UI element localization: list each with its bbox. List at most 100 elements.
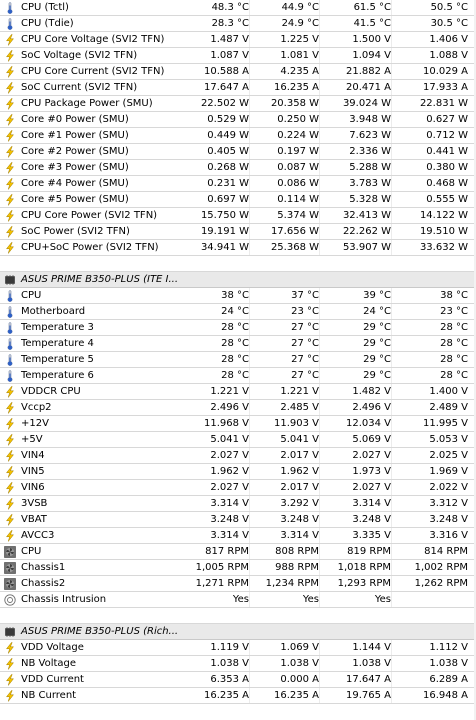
- sensor-row[interactable]: CPU Package Power (SMU) 22.502 W 20.358 W 3…: [0, 96, 476, 112]
- average-value: 28 °C: [440, 354, 468, 365]
- sensor-row[interactable]: 3VSB 3.314 V 3.292 V 3.314 V 3.312 V: [0, 496, 476, 512]
- average-value: 22.831 W: [419, 98, 468, 109]
- sensor-row[interactable]: CPU+SoC Power (SVI2 TFN) 34.941 W 25.368 W…: [0, 240, 476, 256]
- minimum-value: 27 °C: [291, 338, 319, 349]
- current-value: 1.962 V: [210, 466, 249, 477]
- minimum-value: 0.224 W: [277, 130, 319, 141]
- average-value: 1.088 V: [429, 50, 468, 61]
- sensor-row[interactable]: +12V 11.968 V 11.903 V 12.034 V 11.995 V: [0, 416, 476, 432]
- sensor-label: Temperature 4: [21, 338, 94, 349]
- blank-row: [0, 608, 476, 624]
- sensor-row[interactable]: CPU Core Voltage (SVI2 TFN) 1.487 V 1.225 …: [0, 32, 476, 48]
- thermometer-icon: [4, 306, 16, 318]
- blank-row: [0, 256, 476, 272]
- sensor-group-header[interactable]: ASUS PRIME B350-PLUS (ITE I...: [0, 272, 476, 288]
- lightning-bolt-icon: [4, 178, 16, 190]
- average-value: 33.632 W: [419, 242, 468, 253]
- sensor-row[interactable]: Chassis2 1,271 RPM 1,234 RPM 1,293 RPM 1,262…: [0, 576, 476, 592]
- sensor-row[interactable]: VBAT 3.248 V 3.248 V 3.248 V 3.248 V: [0, 512, 476, 528]
- sensor-label: AVCC3: [21, 530, 55, 541]
- maximum-value: 5.328 W: [349, 194, 391, 205]
- sensor-label: NB Voltage: [21, 658, 77, 669]
- lightning-bolt-icon: [4, 642, 16, 654]
- sensor-row[interactable]: NB Current 16.235 A 16.235 A 19.765 A 16.948…: [0, 688, 476, 704]
- sensor-row[interactable]: VIN4 2.027 V 2.017 V 2.027 V 2.025 V: [0, 448, 476, 464]
- sensor-row[interactable]: CPU 38 °C 37 °C 39 °C 38 °C: [0, 288, 476, 304]
- maximum-value: 2.496 V: [352, 402, 391, 413]
- sensor-row[interactable]: Temperature 3 28 °C 27 °C 29 °C 28 °C: [0, 320, 476, 336]
- minimum-value: 1.221 V: [280, 386, 319, 397]
- current-value: 3.314 V: [210, 498, 249, 509]
- maximum-value: 3.948 W: [349, 114, 391, 125]
- sensor-row[interactable]: Temperature 5 28 °C 27 °C 29 °C 28 °C: [0, 352, 476, 368]
- sensor-row[interactable]: SoC Power (SVI2 TFN) 19.191 W 17.656 W 22.2…: [0, 224, 476, 240]
- minimum-value: 0.197 W: [277, 146, 319, 157]
- sensor-row[interactable]: CPU (Tdie) 28.3 °C 24.9 °C 41.5 °C 30.5 °C: [0, 16, 476, 32]
- sensor-row[interactable]: Chassis1 1,005 RPM 988 RPM 1,018 RPM 1,002 R…: [0, 560, 476, 576]
- sensor-row[interactable]: Temperature 6 28 °C 27 °C 29 °C 28 °C: [0, 368, 476, 384]
- lightning-bolt-icon: [4, 434, 16, 446]
- sensor-label: VBAT: [21, 514, 47, 525]
- minimum-value: 17.656 W: [270, 226, 319, 237]
- current-value: 48.3 °C: [211, 2, 249, 13]
- current-value: 0.449 W: [207, 130, 249, 141]
- sensor-row[interactable]: VDDCR CPU 1.221 V 1.221 V 1.482 V 1.400 V: [0, 384, 476, 400]
- sensor-row[interactable]: SoC Voltage (SVI2 TFN) 1.087 V 1.081 V 1.09…: [0, 48, 476, 64]
- sensor-row[interactable]: Core #5 Power (SMU) 0.697 W 0.114 W 5.328 W…: [0, 192, 476, 208]
- fan-icon: [4, 562, 16, 574]
- sensor-group-header[interactable]: ASUS PRIME B350-PLUS (Rich...: [0, 624, 476, 640]
- lightning-bolt-icon: [4, 658, 16, 670]
- maximum-value: 41.5 °C: [353, 18, 391, 29]
- sensor-row[interactable]: Core #1 Power (SMU) 0.449 W 0.224 W 7.623 W…: [0, 128, 476, 144]
- sensor-row[interactable]: Temperature 4 28 °C 27 °C 29 °C 28 °C: [0, 336, 476, 352]
- sensor-row[interactable]: +5V 5.041 V 5.041 V 5.069 V 5.053 V: [0, 432, 476, 448]
- sensor-row[interactable]: Core #4 Power (SMU) 0.231 W 0.086 W 3.783 W…: [0, 176, 476, 192]
- sensor-label: Core #4 Power (SMU): [21, 178, 129, 189]
- minimum-value: 0.087 W: [277, 162, 319, 173]
- sensor-row[interactable]: VDD Current 6.353 A 0.000 A 17.647 A 6.289 A: [0, 672, 476, 688]
- maximum-value: 1.144 V: [352, 642, 391, 653]
- sensor-row[interactable]: SoC Current (SVI2 TFN) 17.647 A 16.235 A 20…: [0, 80, 476, 96]
- sensor-row[interactable]: Motherboard 24 °C 23 °C 24 °C 23 °C: [0, 304, 476, 320]
- average-value: 38 °C: [440, 290, 468, 301]
- current-value: 0.268 W: [207, 162, 249, 173]
- sensor-row[interactable]: AVCC3 3.314 V 3.314 V 3.335 V 3.316 V: [0, 528, 476, 544]
- sensor-label: Chassis Intrusion: [21, 594, 107, 605]
- current-value: 28 °C: [221, 322, 249, 333]
- thermometer-icon: [4, 18, 16, 30]
- current-value: 19.191 W: [200, 226, 249, 237]
- sensor-label: SoC Voltage (SVI2 TFN): [21, 50, 138, 61]
- current-value: Yes: [232, 594, 249, 605]
- sensor-row[interactable]: Core #3 Power (SMU) 0.268 W 0.087 W 5.288 W…: [0, 160, 476, 176]
- sensor-label: SoC Current (SVI2 TFN): [21, 82, 138, 93]
- sensor-row[interactable]: CPU Core Power (SVI2 TFN) 15.750 W 5.374 W…: [0, 208, 476, 224]
- sensor-row[interactable]: VDD Voltage 1.119 V 1.069 V 1.144 V 1.112 V: [0, 640, 476, 656]
- sensor-row[interactable]: Core #0 Power (SMU) 0.529 W 0.250 W 3.948 W…: [0, 112, 476, 128]
- minimum-value: 37 °C: [291, 290, 319, 301]
- fan-icon: [4, 578, 16, 590]
- maximum-value: 1.094 V: [352, 50, 391, 61]
- sensor-row[interactable]: CPU Core Current (SVI2 TFN) 10.588 A 4.235…: [0, 64, 476, 80]
- sensor-row[interactable]: Vccp2 2.496 V 2.485 V 2.496 V 2.489 V: [0, 400, 476, 416]
- sensor-label: +5V: [21, 434, 43, 445]
- current-value: 5.041 V: [210, 434, 249, 445]
- sensor-row[interactable]: CPU (Tctl) 48.3 °C 44.9 °C 61.5 °C 50.5 °C: [0, 0, 476, 16]
- lightning-bolt-icon: [4, 210, 16, 222]
- current-value: 6.353 A: [210, 674, 249, 685]
- minimum-value: 988 RPM: [275, 562, 319, 573]
- maximum-value: 5.069 V: [352, 434, 391, 445]
- sensor-label: CPU Package Power (SMU): [21, 98, 153, 109]
- sensor-label: CPU Core Current (SVI2 TFN): [21, 66, 165, 77]
- sensor-label: CPU+SoC Power (SVI2 TFN): [21, 242, 159, 253]
- average-value: 1.112 V: [429, 642, 468, 653]
- maximum-value: 39 °C: [363, 290, 391, 301]
- current-value: 34.941 W: [200, 242, 249, 253]
- sensor-label: +12V: [21, 418, 49, 429]
- thermometer-icon: [4, 2, 16, 14]
- sensor-row[interactable]: CPU 817 RPM 808 RPM 819 RPM 814 RPM: [0, 544, 476, 560]
- sensor-row[interactable]: NB Voltage 1.038 V 1.038 V 1.038 V 1.038 V: [0, 656, 476, 672]
- sensor-row[interactable]: Core #2 Power (SMU) 0.405 W 0.197 W 2.336 W…: [0, 144, 476, 160]
- sensor-row[interactable]: VIN6 2.027 V 2.017 V 2.027 V 2.022 V: [0, 480, 476, 496]
- sensor-row[interactable]: Chassis Intrusion Yes Yes Yes: [0, 592, 476, 608]
- sensor-row[interactable]: VIN5 1.962 V 1.962 V 1.973 V 1.969 V: [0, 464, 476, 480]
